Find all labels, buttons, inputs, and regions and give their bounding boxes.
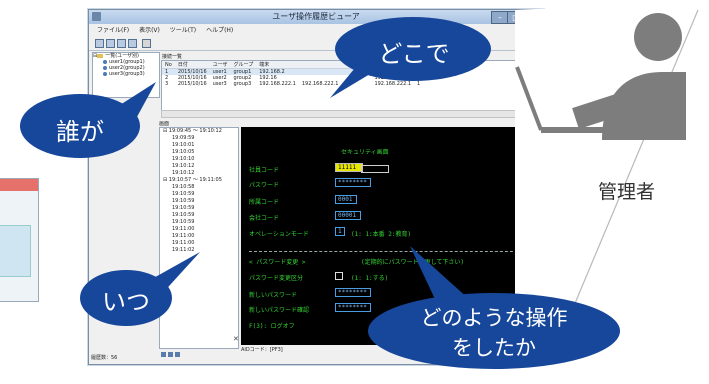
callout-who-text: 誰が bbox=[56, 118, 104, 146]
callout-when-text: いつ bbox=[102, 288, 150, 316]
callout-where-text: どこで bbox=[378, 40, 450, 68]
callout-what-text-line2: をしたか bbox=[452, 336, 536, 360]
callout-what-text-line1: どのような操作 bbox=[420, 306, 568, 330]
